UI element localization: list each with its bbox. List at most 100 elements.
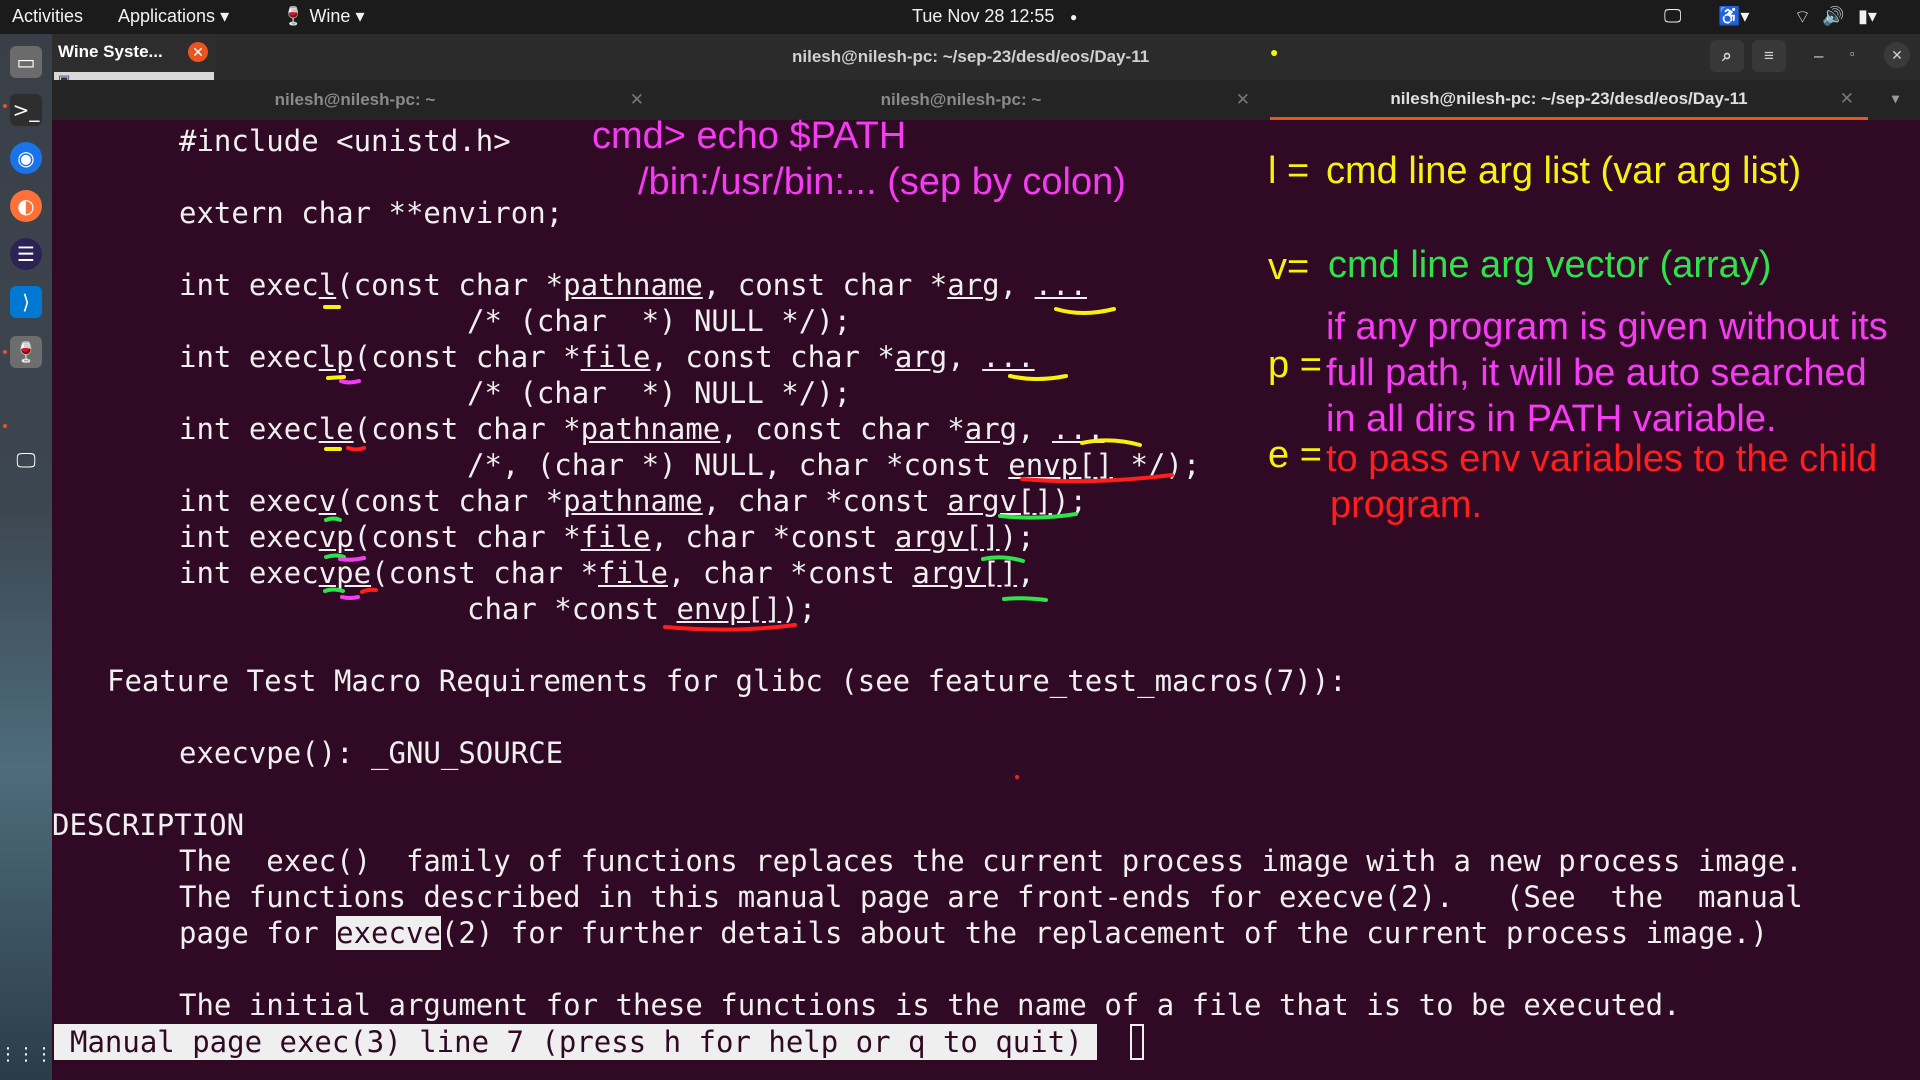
annotation-l-letter: l =	[1268, 150, 1310, 192]
text: (const char *	[371, 556, 599, 590]
text: vp	[318, 520, 354, 554]
text: , const char *	[720, 412, 965, 446]
annotation-v-letter: v=	[1268, 246, 1310, 288]
text: pathname	[580, 412, 721, 446]
running-indicator	[3, 104, 7, 108]
volume-icon[interactable]: 🔊	[1822, 6, 1844, 27]
terminal-headerbar: nilesh@nilesh-pc: ~/sep-23/desd/eos/Day-…	[216, 34, 1920, 80]
tab-bar: nilesh@nilesh-pc: ~ ✕ nilesh@nilesh-pc: ~…	[52, 80, 1920, 120]
text: );	[781, 592, 817, 626]
close-tab-icon[interactable]: ✕	[630, 90, 644, 110]
man-line-execv: int execv(const char *pathname, char *co…	[179, 483, 1087, 519]
text: int exec	[179, 556, 319, 590]
tabs-menu-icon[interactable]: ▾	[1892, 90, 1899, 107]
close-tab-icon[interactable]: ✕	[1236, 90, 1250, 110]
man-line: extern char **environ;	[179, 196, 564, 230]
text: arg	[947, 268, 1000, 302]
annotation-path: /bin:/usr/bin:... (sep by colon)	[638, 161, 1126, 203]
man-line: The exec() family of functions replaces …	[179, 844, 1803, 878]
text: le	[318, 412, 354, 446]
text: argv[]	[912, 556, 1018, 590]
man-line-execle: int execle(const char *pathname, const c…	[179, 411, 1104, 447]
man-line-desc3: page for execve(2) for further details a…	[179, 915, 1768, 951]
text: ,	[999, 268, 1035, 302]
app-menu-wine[interactable]: 🍷 Wine ▾	[282, 6, 365, 27]
menu-icon[interactable]: ≡	[1752, 40, 1786, 72]
applications-menu[interactable]: Applications ▾	[118, 6, 229, 27]
close-icon[interactable]: ✕	[188, 42, 208, 62]
clock[interactable]: Tue Nov 28 12:55	[912, 6, 1054, 27]
man-line-execlp: int execlp(const char *file, const char …	[179, 339, 1035, 375]
wifi-icon[interactable]: ⌔	[1794, 6, 1811, 29]
close-icon[interactable]: ✕	[1884, 42, 1910, 68]
text: (const char *	[336, 268, 564, 302]
chrome-icon[interactable]: ◉	[10, 142, 42, 174]
running-indicator	[3, 424, 7, 428]
notification-dot-icon: ●	[1070, 10, 1078, 24]
terminal-icon[interactable]: >_	[10, 94, 42, 126]
man-line-envp: /*, (char *) NULL, char *const envp[] */…	[467, 447, 1200, 483]
tab-2[interactable]: nilesh@nilesh-pc: ~ ✕	[658, 80, 1264, 120]
text-cursor	[1130, 1024, 1144, 1060]
search-icon[interactable]: ⌕	[1710, 40, 1744, 72]
text: );	[1052, 484, 1087, 518]
text: lp	[318, 340, 354, 374]
text: envp[]	[1008, 448, 1114, 482]
annotation-e-text-2: program.	[1330, 484, 1483, 526]
man-line: The initial argument for these functions…	[179, 988, 1681, 1022]
wine-glass-icon: 🍷	[282, 6, 305, 26]
running-indicator	[3, 350, 7, 354]
text: arg	[894, 340, 948, 374]
battery-icon[interactable]: ▮▾	[1858, 6, 1877, 27]
display-icon[interactable]: 🖵	[10, 444, 42, 476]
text: , char *const	[702, 484, 948, 518]
show-apps-icon[interactable]: ⋮⋮⋮	[0, 1038, 53, 1070]
annotation-p-text-2: full path, it will be auto searched	[1326, 352, 1867, 394]
vscode-icon[interactable]: ⟩	[10, 286, 42, 318]
man-line-execvp: int execvp(const char *file, char *const…	[179, 519, 1035, 555]
search-highlight: execve	[336, 916, 441, 950]
text: v	[318, 484, 337, 518]
wine-icon[interactable]: 🍷	[10, 336, 42, 368]
man-line: execvpe(): _GNU_SOURCE	[179, 736, 564, 770]
close-tab-icon[interactable]: ✕	[1840, 89, 1854, 109]
text: pathname	[563, 268, 703, 302]
pager-status-bar: Manual page exec(3) line 7 (press h for …	[54, 1024, 1097, 1060]
text: int exec	[179, 412, 319, 446]
accessibility-icon[interactable]: ♿▾	[1718, 6, 1749, 27]
firefox-icon[interactable]: ◐	[10, 190, 42, 222]
man-line-execl: int execl(const char *pathname, const ch…	[179, 267, 1087, 303]
text: , const char *	[650, 340, 895, 374]
text: , char *const	[667, 556, 913, 590]
text: envp[]	[676, 592, 782, 626]
text: char *const	[467, 592, 677, 626]
annotation-dot: ●	[1270, 44, 1279, 60]
text: argv[]	[947, 484, 1053, 518]
top-bar: Activities Applications ▾ 🍷 Wine ▾ Tue N…	[0, 0, 1920, 34]
maximize-icon[interactable]: ▫	[1850, 46, 1855, 61]
man-line: The functions described in this manual p…	[179, 880, 1803, 914]
annotation-e-text-1: to pass env variables to the child	[1326, 438, 1878, 480]
text: argv[]	[894, 520, 1000, 554]
applications-label: Applications	[118, 6, 216, 26]
text: */);	[1113, 448, 1201, 482]
tab-1[interactable]: nilesh@nilesh-pc: ~ ✕	[52, 80, 658, 120]
text: int exec	[179, 520, 319, 554]
eclipse-icon[interactable]: ☰	[10, 238, 42, 270]
text: (const char *	[353, 520, 581, 554]
files-icon[interactable]: ▭	[10, 46, 42, 78]
annotation-p-text-1: if any program is given without its	[1326, 306, 1888, 348]
text: page for	[179, 916, 337, 950]
text: ...	[1052, 412, 1105, 446]
text: (const char *	[336, 484, 564, 518]
annotation-v-text: cmd line arg vector (array)	[1328, 244, 1772, 286]
annotation-p-letter: p =	[1268, 344, 1322, 386]
minimize-icon[interactable]: –	[1814, 46, 1823, 66]
text: ,	[947, 340, 983, 374]
tab-3[interactable]: nilesh@nilesh-pc: ~/sep-23/desd/eos/Day-…	[1270, 80, 1868, 120]
man-line-execvpe: int execvpe(const char *file, char *cons…	[179, 555, 1035, 591]
text: /*, (char *) NULL, char *const	[467, 448, 1009, 482]
activities-button[interactable]: Activities	[12, 6, 83, 27]
screen-icon[interactable]: 🖵	[1664, 6, 1681, 27]
text: ...	[982, 340, 1035, 374]
